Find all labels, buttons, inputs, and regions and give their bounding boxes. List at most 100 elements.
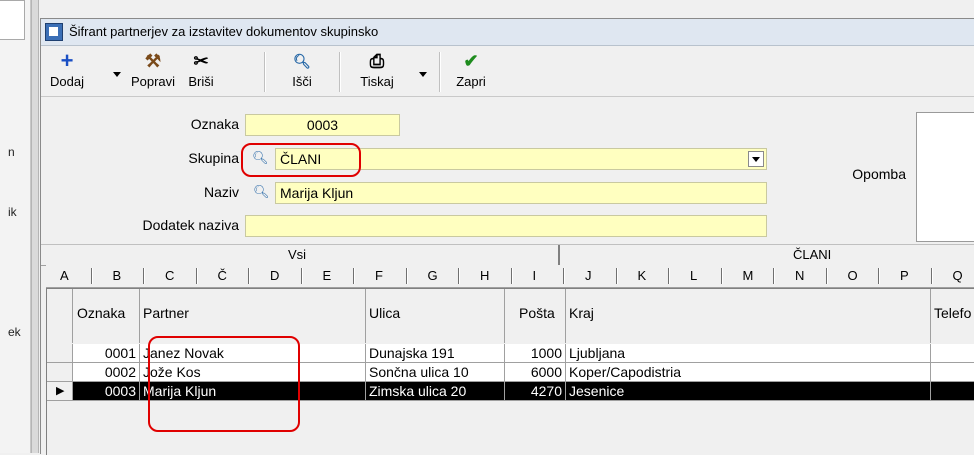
cell-kraj[interactable]: Koper/Capodistria	[566, 363, 931, 382]
print-button[interactable]: ⎙ Tiskaj	[357, 50, 397, 89]
alpha-filter-14[interactable]: N	[795, 268, 804, 283]
table-row[interactable]: 0001 Janez Novak Dunajska 191 1000 Ljubljana	[47, 344, 974, 363]
column-header-telefon[interactable]: Telefo	[931, 289, 974, 343]
alpha-filter-16[interactable]: P	[900, 268, 909, 283]
hammer-icon: ⚒	[144, 51, 162, 71]
cell-posta[interactable]: 6000	[505, 363, 566, 382]
row-indicator-header	[47, 289, 73, 343]
background-app-text: n	[8, 145, 15, 159]
alpha-separator	[720, 268, 723, 284]
cell-kraj[interactable]: Jesenice	[566, 382, 931, 401]
cell-ulica[interactable]: Sončna ulica 10	[366, 363, 505, 382]
alpha-filter-0[interactable]: A	[60, 268, 69, 283]
row-selector[interactable]: ▶	[47, 382, 73, 401]
cell-telefon[interactable]	[931, 382, 974, 401]
alpha-separator	[248, 268, 250, 284]
add-dropdown-icon[interactable]	[113, 72, 121, 77]
alpha-filter-10[interactable]: J	[585, 268, 592, 283]
table-row[interactable]: ▶ 0003 Marija Kljun Zimska ulica 20 4270 Jese…	[47, 382, 974, 401]
close-button[interactable]: ✔ Zapri	[453, 50, 489, 89]
add-button[interactable]: + Dodaj	[49, 48, 85, 90]
magnifier-icon: 🔍︎	[293, 53, 311, 69]
window-title: Šifrant partnerjev za izstavitev dokumen…	[69, 24, 379, 39]
partner-window: Šifrant partnerjev za izstavitev dokumen…	[40, 18, 974, 455]
alpha-separator	[300, 268, 303, 284]
alpha-filter-12[interactable]: L	[690, 268, 697, 283]
row-selector[interactable]	[47, 344, 73, 363]
edit-button[interactable]: ⚒ Popravi	[129, 50, 177, 89]
alpha-filter-4[interactable]: D	[270, 268, 279, 283]
alpha-separator	[825, 268, 828, 284]
naziv-field[interactable]: Marija Kljun	[275, 182, 767, 204]
alpha-filter-7[interactable]: G	[428, 268, 438, 283]
cell-posta[interactable]: 4270	[505, 382, 566, 401]
splitter[interactable]	[31, 0, 39, 453]
tab-vsi[interactable]: Vsi	[288, 247, 306, 262]
oznaka-field[interactable]: 0003	[245, 114, 400, 136]
alpha-separator	[458, 268, 460, 284]
cell-oznaka[interactable]: 0003	[73, 382, 140, 401]
alpha-filter-15[interactable]: O	[848, 268, 858, 283]
window-icon	[45, 23, 63, 41]
toolbar: + Dodaj ⚒ Popravi ✂ Briši 🔍︎ Išči ⎙ Tisk…	[41, 46, 974, 97]
column-header-posta[interactable]: Pošta	[505, 289, 566, 343]
column-header-oznaka[interactable]: Oznaka	[73, 289, 140, 343]
scissors-icon: ✂	[193, 51, 209, 71]
naziv-label: Naziv	[203, 184, 239, 200]
skupina-combobox[interactable]: ČLANI	[275, 148, 767, 170]
cell-partner[interactable]: Jože Kos	[140, 363, 366, 382]
cell-ulica[interactable]: Dunajska 191	[366, 344, 505, 363]
column-header-ulica[interactable]: Ulica	[366, 289, 505, 343]
cell-kraj[interactable]: Ljubljana	[566, 344, 931, 363]
opomba-textarea[interactable]	[916, 112, 974, 242]
delete-button[interactable]: ✂ Briši	[183, 50, 219, 89]
alpha-filter-2[interactable]: C	[165, 268, 174, 283]
search-button[interactable]: 🔍︎ Išči	[287, 50, 317, 89]
cell-ulica[interactable]: Zimska ulica 20	[366, 382, 505, 401]
alpha-separator	[353, 268, 355, 284]
partner-grid: Oznaka Partner Ulica Pošta Kraj Telefo 0…	[46, 288, 974, 455]
cell-telefon[interactable]	[931, 363, 974, 382]
alpha-filter-1[interactable]: B	[113, 268, 122, 283]
alpha-filter-17[interactable]: Q	[953, 268, 963, 283]
naziv-search-icon[interactable]: 🔍︎	[253, 184, 270, 200]
alpha-filter-8[interactable]: H	[480, 268, 489, 283]
alpha-separator	[195, 268, 198, 284]
chevron-down-icon	[752, 157, 760, 162]
cell-partner[interactable]: Marija Kljun	[140, 382, 366, 401]
dodatek-field[interactable]	[245, 215, 767, 237]
alpha-separator	[405, 268, 408, 284]
alpha-separator	[563, 268, 565, 284]
cell-posta[interactable]: 1000	[505, 344, 566, 363]
tab-clani[interactable]: ČLANI	[793, 247, 831, 262]
alpha-filter-11[interactable]: K	[638, 268, 647, 283]
alpha-separator	[930, 268, 933, 284]
column-header-kraj[interactable]: Kraj	[566, 289, 931, 343]
background-app-text: ik	[8, 205, 17, 219]
alpha-filter-6[interactable]: F	[375, 268, 383, 283]
column-header-partner[interactable]: Partner	[140, 289, 366, 343]
cell-partner[interactable]: Janez Novak	[140, 344, 366, 363]
cell-oznaka[interactable]: 0001	[73, 344, 140, 363]
skupina-search-icon[interactable]: 🔍︎	[252, 150, 269, 166]
print-dropdown-icon[interactable]	[419, 72, 427, 77]
checkmark-icon: ✔	[463, 51, 479, 71]
oznaka-label: Oznaka	[190, 116, 239, 132]
printer-icon: ⎙	[369, 51, 385, 71]
cell-oznaka[interactable]: 0002	[73, 363, 140, 382]
plus-icon: +	[60, 48, 74, 73]
toolbar-separator	[339, 52, 341, 92]
table-row[interactable]: 0002 Jože Kos Sončna ulica 10 6000 Koper/Cap…	[47, 363, 974, 382]
dropdown-button[interactable]	[748, 151, 764, 167]
skupina-value: ČLANI	[280, 151, 322, 167]
toolbar-separator	[264, 52, 266, 92]
alphabet-filter-bar: ABCČDEFGHIJKLMNOPQ	[46, 265, 974, 288]
row-selector[interactable]	[47, 363, 73, 382]
alpha-filter-9[interactable]: I	[533, 268, 537, 283]
alpha-filter-3[interactable]: Č	[218, 268, 227, 283]
cell-telefon[interactable]	[931, 344, 974, 363]
alpha-separator	[143, 268, 145, 284]
alpha-filter-5[interactable]: E	[323, 268, 332, 283]
skupina-label: Skupina	[188, 150, 239, 166]
alpha-filter-13[interactable]: M	[743, 268, 754, 283]
